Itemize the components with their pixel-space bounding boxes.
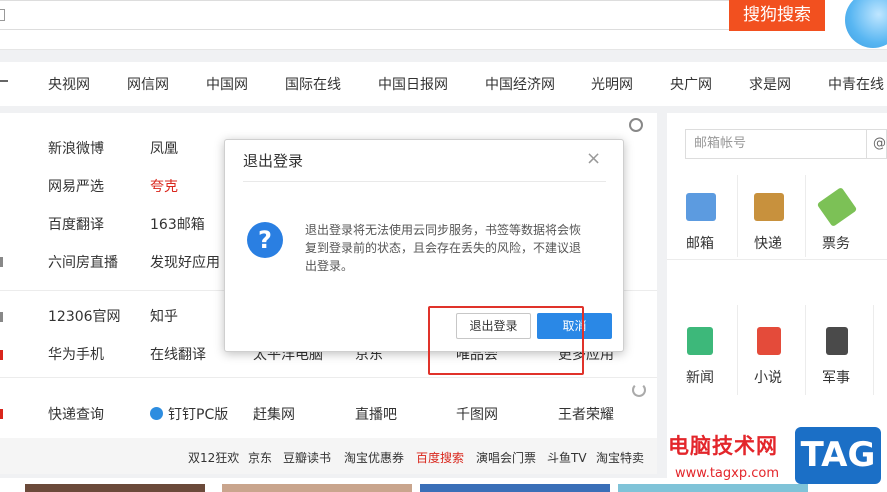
nav-item[interactable]: 中青在线 <box>828 74 884 94</box>
service-novel[interactable]: 小说 <box>738 367 798 387</box>
nav-fragment <box>0 80 8 82</box>
close-icon[interactable]: × <box>586 149 601 169</box>
site-link-dingding[interactable]: 钉钉PC版 <box>150 404 228 424</box>
site-link[interactable]: 发现好应用 <box>150 252 220 272</box>
row-marker <box>0 409 3 419</box>
news-thumbnail[interactable] <box>222 484 412 492</box>
row-marker <box>0 312 3 322</box>
service-news[interactable]: 新闻 <box>670 367 730 387</box>
news-icon <box>687 327 713 355</box>
highlight-annotation <box>428 306 584 375</box>
package-icon <box>754 193 784 221</box>
hot-link[interactable]: 百度搜索 <box>416 449 464 466</box>
military-badge-icon <box>826 327 848 355</box>
hot-link[interactable]: 淘宝特卖 <box>596 449 644 466</box>
nav-item[interactable]: 国际在线 <box>285 74 341 94</box>
site-link[interactable]: 直播吧 <box>355 404 397 424</box>
question-icon: ? <box>247 222 283 258</box>
service-express[interactable]: 快递 <box>738 233 798 253</box>
hot-link[interactable]: 双12狂欢 <box>188 449 239 466</box>
email-domain-select[interactable]: @ <box>867 129 887 159</box>
hot-link[interactable]: 斗鱼TV <box>547 449 587 466</box>
site-link[interactable]: 华为手机 <box>48 344 104 364</box>
hot-link[interactable]: 演唱会门票 <box>476 449 536 466</box>
services-panel <box>667 113 887 478</box>
nav-item[interactable]: 中国网 <box>206 74 248 94</box>
service-military[interactable]: 军事 <box>806 367 866 387</box>
refresh-icon[interactable] <box>632 383 646 397</box>
search-type-icon <box>0 9 5 21</box>
news-thumbnail[interactable] <box>618 484 808 492</box>
book-icon <box>757 327 781 355</box>
gear-icon[interactable] <box>629 118 643 132</box>
site-link[interactable]: 凤凰 <box>150 138 178 158</box>
email-account-input[interactable]: 邮箱帐号 <box>685 129 867 159</box>
nav-item[interactable]: 光明网 <box>591 74 633 94</box>
news-thumbnail[interactable] <box>25 484 205 492</box>
hot-link[interactable]: 淘宝优惠券 <box>344 449 404 466</box>
site-link[interactable]: 快递查询 <box>48 404 104 424</box>
row-marker <box>0 257 3 267</box>
watermark-title: 电脑技术网 <box>668 434 778 458</box>
site-link[interactable]: 百度翻译 <box>48 214 104 234</box>
divider <box>0 377 657 378</box>
site-link[interactable]: 六间房直播 <box>48 252 118 272</box>
nav-item[interactable]: 网信网 <box>127 74 169 94</box>
search-button[interactable]: 搜狗搜索 <box>729 0 825 31</box>
watermark-url: www.tagxp.com <box>675 466 779 481</box>
site-link[interactable]: 网易严选 <box>48 176 104 196</box>
row-marker <box>0 350 3 360</box>
nav-item[interactable]: 求是网 <box>749 74 791 94</box>
site-link[interactable]: 王者荣耀 <box>558 404 614 424</box>
news-thumbnail[interactable] <box>420 484 610 492</box>
nav-item[interactable]: 中国经济网 <box>485 74 555 94</box>
mail-icon <box>686 193 716 221</box>
site-link[interactable]: 千图网 <box>456 404 498 424</box>
service-tickets[interactable]: 票务 <box>806 233 866 253</box>
search-input[interactable] <box>0 0 740 30</box>
site-link[interactable]: 在线翻译 <box>150 344 206 364</box>
site-link[interactable]: 12306官网 <box>48 306 121 326</box>
nav-item[interactable]: 中国日报网 <box>378 74 448 94</box>
dialog-title: 退出登录 <box>243 152 304 170</box>
hot-link[interactable]: 豆瓣读书 <box>283 449 331 466</box>
divider <box>243 181 606 182</box>
nav-item[interactable]: 央广网 <box>670 74 712 94</box>
watermark-logo: TAG <box>795 427 881 484</box>
dingding-icon <box>150 407 163 420</box>
site-link[interactable]: 夸克 <box>150 176 178 196</box>
nav-item[interactable]: 央视网 <box>48 74 90 94</box>
dialog-message: 退出登录将无法使用云同步服务，书签等数据将会恢复到登录前的状态，且会存在丢失的风… <box>305 223 582 273</box>
site-link-label: 钉钉PC版 <box>168 407 229 423</box>
site-link[interactable]: 知乎 <box>150 306 178 326</box>
divider <box>667 259 887 260</box>
site-link[interactable]: 新浪微博 <box>48 138 104 158</box>
service-mail[interactable]: 邮箱 <box>670 233 730 253</box>
hot-link[interactable]: 京东 <box>248 449 272 466</box>
site-link[interactable]: 163邮箱 <box>150 214 205 234</box>
site-link[interactable]: 赶集网 <box>253 404 295 424</box>
divider <box>873 305 874 395</box>
